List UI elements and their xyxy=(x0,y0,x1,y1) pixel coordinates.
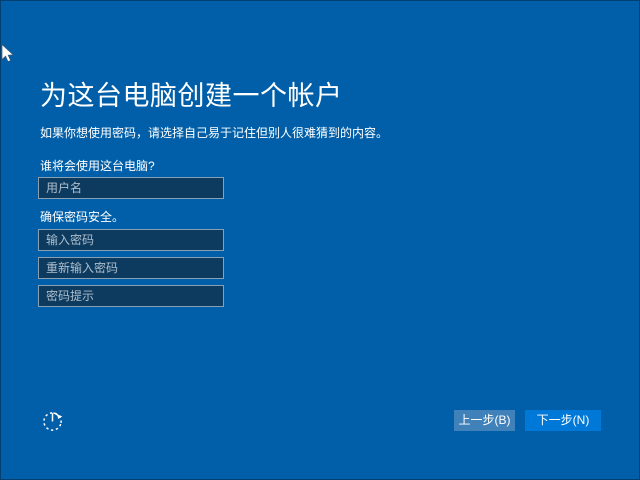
ease-of-access-button[interactable] xyxy=(36,404,70,438)
page-title: 为这台电脑创建一个帐户 xyxy=(40,74,343,113)
mouse-cursor-icon xyxy=(1,44,15,64)
oobe-create-account-screen: 为这台电脑创建一个帐户 如果你想使用密码，请选择自己易于记住但别人很难猜到的内容… xyxy=(0,0,640,480)
username-input[interactable] xyxy=(38,177,224,199)
next-button[interactable]: 下一步(N) xyxy=(525,410,601,431)
back-button[interactable]: 上一步(B) xyxy=(454,410,515,431)
page-subtitle: 如果你想使用密码，请选择自己易于记住但别人很难猜到的内容。 xyxy=(40,124,388,141)
password-section-label: 确保密码安全。 xyxy=(40,208,124,225)
ease-of-access-icon xyxy=(40,407,67,434)
password-input[interactable] xyxy=(38,229,224,251)
password-hint-input[interactable] xyxy=(38,285,224,307)
username-label: 谁将会使用这台电脑? xyxy=(40,157,155,174)
confirm-password-input[interactable] xyxy=(38,257,224,279)
